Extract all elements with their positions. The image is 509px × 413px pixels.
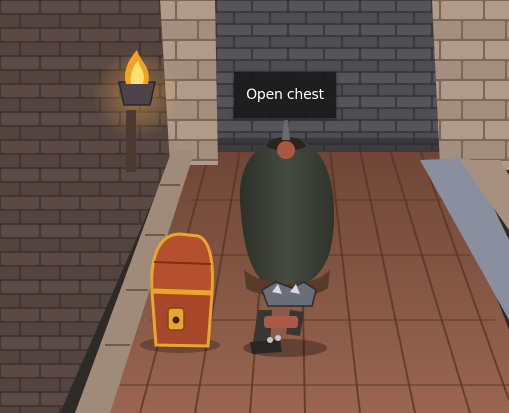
dungeon-scene bbox=[0, 0, 509, 413]
right-pillar bbox=[432, 0, 509, 170]
open-chest-label: Open chest bbox=[246, 87, 324, 103]
open-chest-prompt[interactable]: Open chest bbox=[234, 72, 336, 118]
